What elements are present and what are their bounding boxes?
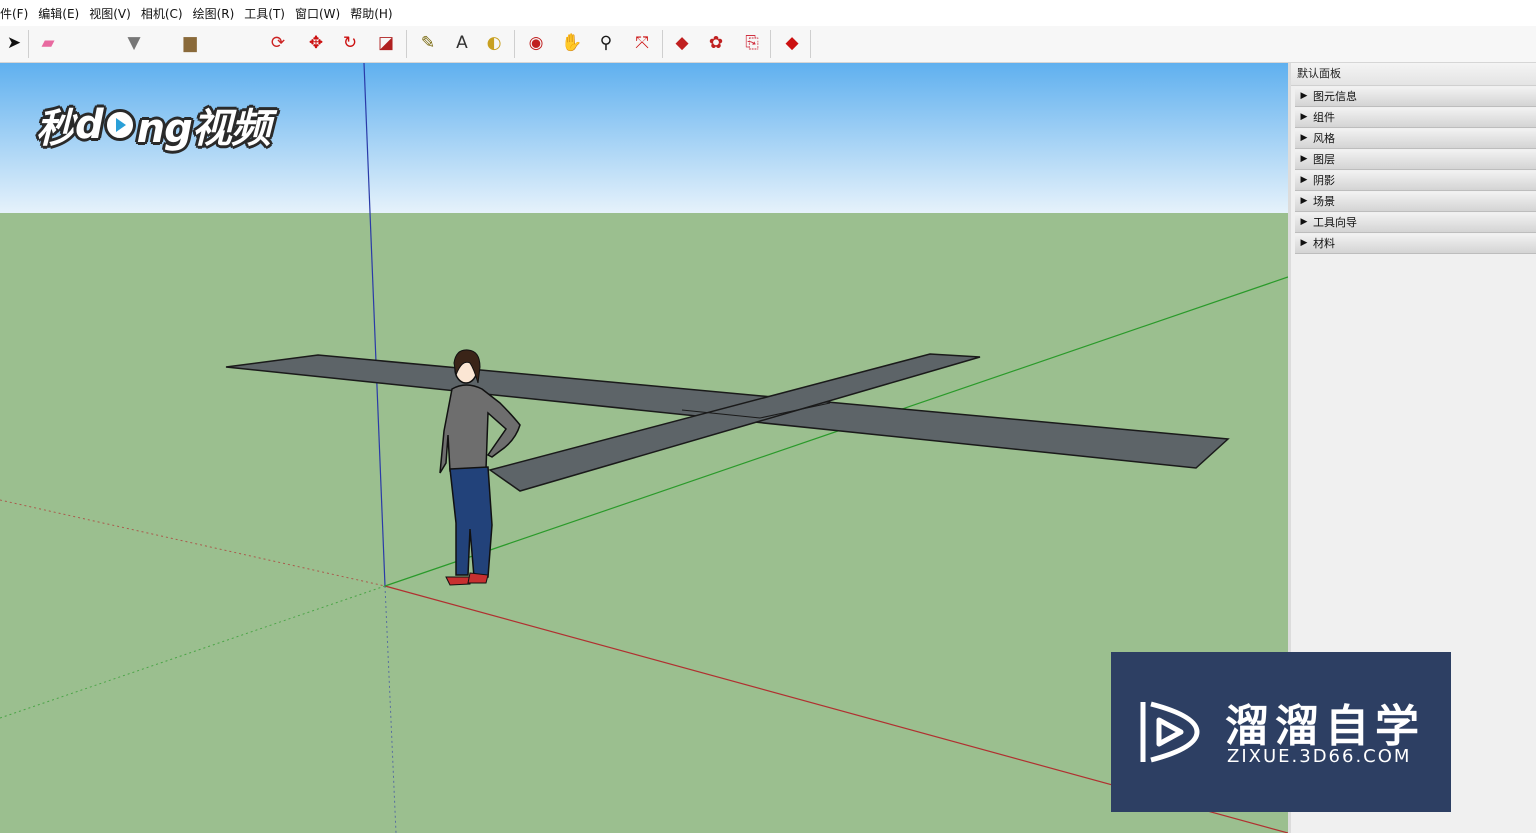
3d-warehouse-tool-button[interactable]: ◆: [668, 29, 696, 57]
toolbar-separator: [810, 30, 811, 58]
tray-item[interactable]: ▶ 场景: [1295, 192, 1536, 212]
tray-label: 阴影: [1313, 174, 1335, 187]
menu-item[interactable]: 视图(V): [84, 5, 136, 22]
expand-triangle-icon: ▶: [1300, 175, 1308, 185]
tray-label: 场景: [1313, 195, 1335, 208]
brand-text-c: ng视频: [136, 106, 271, 152]
tray-label: 图元信息: [1313, 90, 1357, 103]
menu-bar: 件(F) 编辑(E) 视图(V) 相机(C) 绘图(R) 工具(T) 窗口(W) 帮助(H): [0, 0, 1536, 26]
expand-triangle-icon: ▶: [1300, 133, 1308, 143]
pan-tool-icon: ✋: [561, 32, 583, 53]
push-pull-tool-icon: ▆: [183, 32, 197, 53]
push-pull-tool-button[interactable]: ▆: [176, 29, 204, 57]
offset-tool-button[interactable]: ⟳: [264, 29, 292, 57]
menu-item[interactable]: 帮助(H): [345, 5, 397, 22]
components-tool-icon: ✿: [708, 32, 724, 53]
select-tool-icon: ➤: [6, 32, 22, 53]
zoom-tool-icon: ⚲: [599, 32, 613, 53]
play-icon: [103, 109, 136, 141]
rotate-tool-button[interactable]: ↻: [336, 29, 364, 57]
offset-tool-icon: ⟳: [270, 32, 286, 53]
toolbar-separator: [662, 30, 663, 58]
toolbar-separator: [770, 30, 771, 58]
zoom-tool-button[interactable]: ⚲: [592, 29, 620, 57]
tray-label: 风格: [1313, 132, 1335, 145]
toolbar-separator: [28, 30, 29, 58]
tray-item[interactable]: ▶ 阴影: [1295, 171, 1536, 191]
tray-item[interactable]: ▶ 组件: [1295, 108, 1536, 128]
zoom-extents-tool-button[interactable]: ⤧: [628, 29, 656, 57]
tray-item[interactable]: ▶ 材料: [1295, 234, 1536, 254]
text-tool-button[interactable]: A: [448, 29, 476, 57]
eraser-tool-icon: ▰: [41, 32, 55, 53]
menu-item[interactable]: 件(F): [0, 5, 33, 22]
main-toolbar: ➤ ▰ ▼ ▆ ⟳ ✥ ↻ ◪ ✎ A ◐ ◉ ✋ ⚲ ⤧ ◆ ✿ ⎘ ◆: [0, 26, 1536, 63]
tray-label: 工具向导: [1313, 216, 1357, 229]
menu-item[interactable]: 相机(C): [136, 5, 188, 22]
expand-triangle-icon: ▶: [1300, 91, 1308, 101]
orbit-tool-button[interactable]: ◉: [522, 29, 550, 57]
tray-item[interactable]: ▶ 图层: [1295, 150, 1536, 170]
tray-item[interactable]: ▶ 图元信息: [1295, 87, 1536, 107]
tray-label: 图层: [1313, 153, 1335, 166]
expand-triangle-icon: ▶: [1300, 154, 1308, 164]
tray-label: 材料: [1313, 237, 1335, 250]
zixue-url: ZIXUE.3D66.COM: [1227, 746, 1412, 767]
brand-text-b: d: [75, 102, 104, 148]
zixue-watermark: 溜溜自学 ZIXUE.3D66.COM: [1111, 652, 1451, 812]
scale-tool-button[interactable]: ◪: [372, 29, 400, 57]
brand-logo-watermark: 秒 d ng视频: [36, 93, 276, 157]
move-tool-icon: ✥: [308, 32, 324, 53]
toolbar-separator: [406, 30, 407, 58]
select-tool-button[interactable]: ➤: [0, 29, 28, 57]
tray-label: 组件: [1313, 111, 1335, 124]
ruby-tool-icon: ◆: [785, 32, 799, 53]
menu-item[interactable]: 绘图(R): [188, 5, 240, 22]
paint-bucket-tool-icon: ▼: [127, 32, 141, 53]
paint-bucket-tool-button[interactable]: ▼: [120, 29, 148, 57]
scale-tool-icon: ◪: [377, 32, 395, 53]
3d-warehouse-tool-icon: ◆: [675, 32, 689, 53]
tape-measure-tool-button[interactable]: ✎: [414, 29, 442, 57]
share-model-tool-button[interactable]: ⎘: [738, 29, 766, 57]
expand-triangle-icon: ▶: [1300, 217, 1308, 227]
expand-triangle-icon: ▶: [1300, 196, 1308, 206]
paint-tool-icon: ◐: [486, 32, 502, 53]
expand-triangle-icon: ▶: [1300, 238, 1308, 248]
drawing-viewport[interactable]: 秒 d ng视频: [0, 63, 1288, 833]
move-tool-button[interactable]: ✥: [302, 29, 330, 57]
expand-triangle-icon: ▶: [1300, 112, 1308, 122]
tray-item[interactable]: ▶ 工具向导: [1295, 213, 1536, 233]
components-tool-button[interactable]: ✿: [702, 29, 730, 57]
pan-tool-button[interactable]: ✋: [558, 29, 586, 57]
share-model-tool-icon: ⎘: [745, 32, 759, 53]
tray-item[interactable]: ▶ 风格: [1295, 129, 1536, 149]
zixue-play-icon: [1140, 701, 1200, 763]
tape-measure-tool-icon: ✎: [420, 32, 436, 53]
menu-item[interactable]: 窗口(W): [290, 5, 345, 22]
menu-item[interactable]: 工具(T): [239, 5, 290, 22]
zixue-title: 溜溜自学: [1225, 701, 1425, 752]
ruby-tool-button[interactable]: ◆: [778, 29, 806, 57]
eraser-tool-button[interactable]: ▰: [34, 29, 62, 57]
panel-title: 默认面板: [1291, 63, 1536, 86]
brand-text-a: 秒: [36, 106, 76, 152]
paint-tool-button[interactable]: ◐: [480, 29, 508, 57]
toolbar-separator: [514, 30, 515, 58]
ground: [0, 213, 1288, 833]
menu-item[interactable]: 编辑(E): [33, 5, 84, 22]
text-tool-icon: A: [456, 32, 468, 53]
orbit-tool-icon: ◉: [528, 32, 544, 53]
zoom-extents-tool-icon: ⤧: [635, 32, 649, 53]
rotate-tool-icon: ↻: [342, 32, 358, 53]
scene-svg: [0, 63, 1288, 833]
